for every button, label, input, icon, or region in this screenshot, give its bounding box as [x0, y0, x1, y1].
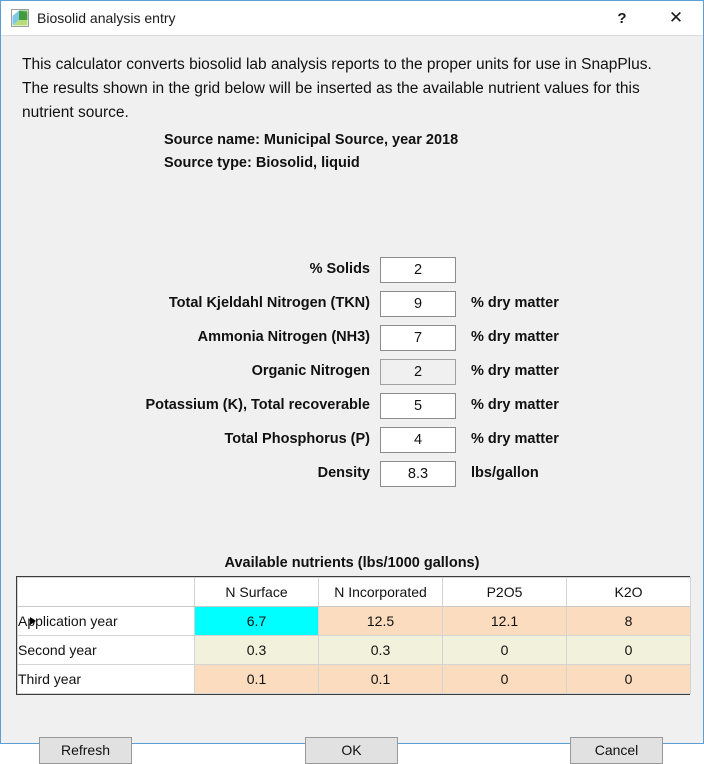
row-label: Third year: [18, 671, 82, 687]
table-cell[interactable]: 12.1: [442, 606, 567, 636]
form-row: Total Kjeldahl Nitrogen (TKN) % dry matte…: [1, 291, 703, 317]
table-cell[interactable]: 0.1: [194, 664, 319, 694]
close-button[interactable]: ✕: [653, 1, 699, 35]
row-selector-arrow-icon: [30, 617, 36, 625]
nutrients-table: N Surface N Incorporated P2O5 K2O Applicati…: [17, 577, 691, 694]
column-header[interactable]: P2O5: [442, 577, 567, 607]
table-body: Application year 6.7 12.5 12.1 8 Second year 0…: [17, 606, 691, 694]
field-label: Ammonia Nitrogen (NH3): [197, 329, 370, 345]
dialog-body: This calculator converts biosolid lab an…: [1, 36, 703, 764]
table-cell[interactable]: 0: [566, 635, 691, 665]
field-input[interactable]: [380, 291, 456, 317]
app-logo-icon: [11, 9, 29, 27]
table-row[interactable]: Application year 6.7 12.5 12.1 8: [17, 606, 691, 636]
field-unit: % dry matter: [471, 329, 559, 345]
field-unit: % dry matter: [471, 295, 559, 311]
field-unit: % dry matter: [471, 397, 559, 413]
cancel-button[interactable]: Cancel: [570, 737, 663, 764]
window-title: Biosolid analysis entry: [37, 10, 176, 26]
form-row: Organic Nitrogen % dry matter: [1, 359, 703, 385]
field-input[interactable]: [380, 461, 456, 487]
row-label: Second year: [18, 642, 97, 658]
table-cell[interactable]: 0: [442, 664, 567, 694]
form-row: Density lbs/gallon: [1, 461, 703, 487]
table-row[interactable]: Third year 0.1 0.1 0 0: [17, 664, 691, 694]
table-cell[interactable]: 0: [566, 664, 691, 694]
table-row[interactable]: Second year 0.3 0.3 0 0: [17, 635, 691, 665]
field-unit: % dry matter: [471, 431, 559, 447]
form-row: Potassium (K), Total recoverable % dry ma…: [1, 393, 703, 419]
field-label: Density: [317, 465, 370, 481]
table-cell[interactable]: 6.7: [194, 606, 319, 636]
field-label: Potassium (K), Total recoverable: [145, 397, 370, 413]
table-cell[interactable]: 0.3: [318, 635, 443, 665]
field-label: Total Kjeldahl Nitrogen (TKN): [168, 295, 370, 311]
field-input[interactable]: [380, 257, 456, 283]
field-label: Organic Nitrogen: [251, 363, 370, 379]
table-header-row: N Surface N Incorporated P2O5 K2O: [17, 577, 691, 607]
column-header[interactable]: N Surface: [194, 577, 319, 607]
table-cell[interactable]: 12.5: [318, 606, 443, 636]
column-header-blank[interactable]: [17, 577, 195, 607]
field-label: Total Phosphorus (P): [224, 431, 370, 447]
form-row: Ammonia Nitrogen (NH3) % dry matter: [1, 325, 703, 351]
table-cell[interactable]: 0.1: [318, 664, 443, 694]
field-unit: lbs/gallon: [471, 465, 539, 481]
title-bar: Biosolid analysis entry ? ✕: [1, 1, 703, 36]
form-row: % Solids: [1, 257, 703, 283]
field-unit: % dry matter: [471, 363, 559, 379]
table-cell[interactable]: 0: [442, 635, 567, 665]
table-cell[interactable]: 8: [566, 606, 691, 636]
available-nutrients-grid: N Surface N Incorporated P2O5 K2O Applicati…: [16, 576, 691, 695]
table-header: N Surface N Incorporated P2O5 K2O: [17, 577, 691, 607]
dialog-window: Biosolid analysis entry ? ✕ This calcula…: [0, 0, 704, 764]
field-input[interactable]: [380, 325, 456, 351]
form-row: Total Phosphorus (P) % dry matter: [1, 427, 703, 453]
field-input[interactable]: [380, 427, 456, 453]
source-type-line: Source type: Biosolid, liquid: [164, 155, 360, 171]
intro-text: This calculator converts biosolid lab an…: [22, 56, 652, 121]
row-header-cell[interactable]: Application year: [17, 606, 195, 636]
field-input[interactable]: [380, 393, 456, 419]
column-header[interactable]: N Incorporated: [318, 577, 443, 607]
field-label: % Solids: [309, 261, 370, 277]
grid-title: Available nutrients (lbs/1000 gallons): [224, 555, 480, 571]
refresh-button[interactable]: Refresh: [39, 737, 132, 764]
source-name-line: Source name: Municipal Source, year 2018: [164, 132, 459, 148]
row-header-cell[interactable]: Third year: [17, 664, 195, 694]
ok-button[interactable]: OK: [305, 737, 398, 764]
table-cell[interactable]: 0.3: [194, 635, 319, 665]
row-header-cell[interactable]: Second year: [17, 635, 195, 665]
column-header[interactable]: K2O: [566, 577, 691, 607]
help-button[interactable]: ?: [599, 1, 645, 35]
field-input: [380, 359, 456, 385]
